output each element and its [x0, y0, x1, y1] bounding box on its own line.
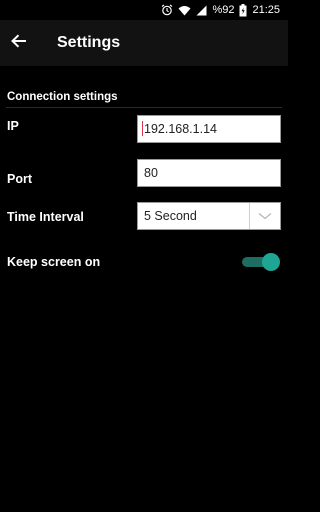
- text-caret: [142, 121, 143, 136]
- section-header-connection: Connection settings: [7, 91, 118, 103]
- app-bar: Settings: [0, 20, 288, 66]
- ip-label: IP: [7, 119, 19, 133]
- port-label: Port: [7, 172, 32, 186]
- page-title: Settings: [57, 34, 121, 51]
- section-divider: [6, 107, 282, 108]
- battery-percent: %92: [212, 4, 235, 16]
- status-time: 21:25: [252, 4, 280, 16]
- keep-screen-on-label: Keep screen on: [7, 255, 101, 269]
- keep-screen-on-toggle[interactable]: [240, 253, 280, 271]
- time-interval-select[interactable]: 5 Second: [137, 202, 281, 230]
- time-interval-label: Time Interval: [7, 210, 84, 224]
- battery-icon: [239, 3, 247, 17]
- signal-icon: [196, 5, 207, 16]
- time-interval-value: 5 Second: [144, 209, 197, 223]
- port-input[interactable]: [137, 159, 281, 187]
- toggle-thumb: [262, 253, 280, 271]
- arrow-left-icon: [11, 33, 27, 53]
- wifi-icon: [178, 5, 191, 16]
- back-button[interactable]: [0, 20, 38, 66]
- ip-input[interactable]: [137, 115, 281, 143]
- status-bar: %92 21:25: [0, 0, 288, 20]
- alarm-icon: [161, 4, 173, 16]
- chevron-down-icon[interactable]: [249, 203, 280, 229]
